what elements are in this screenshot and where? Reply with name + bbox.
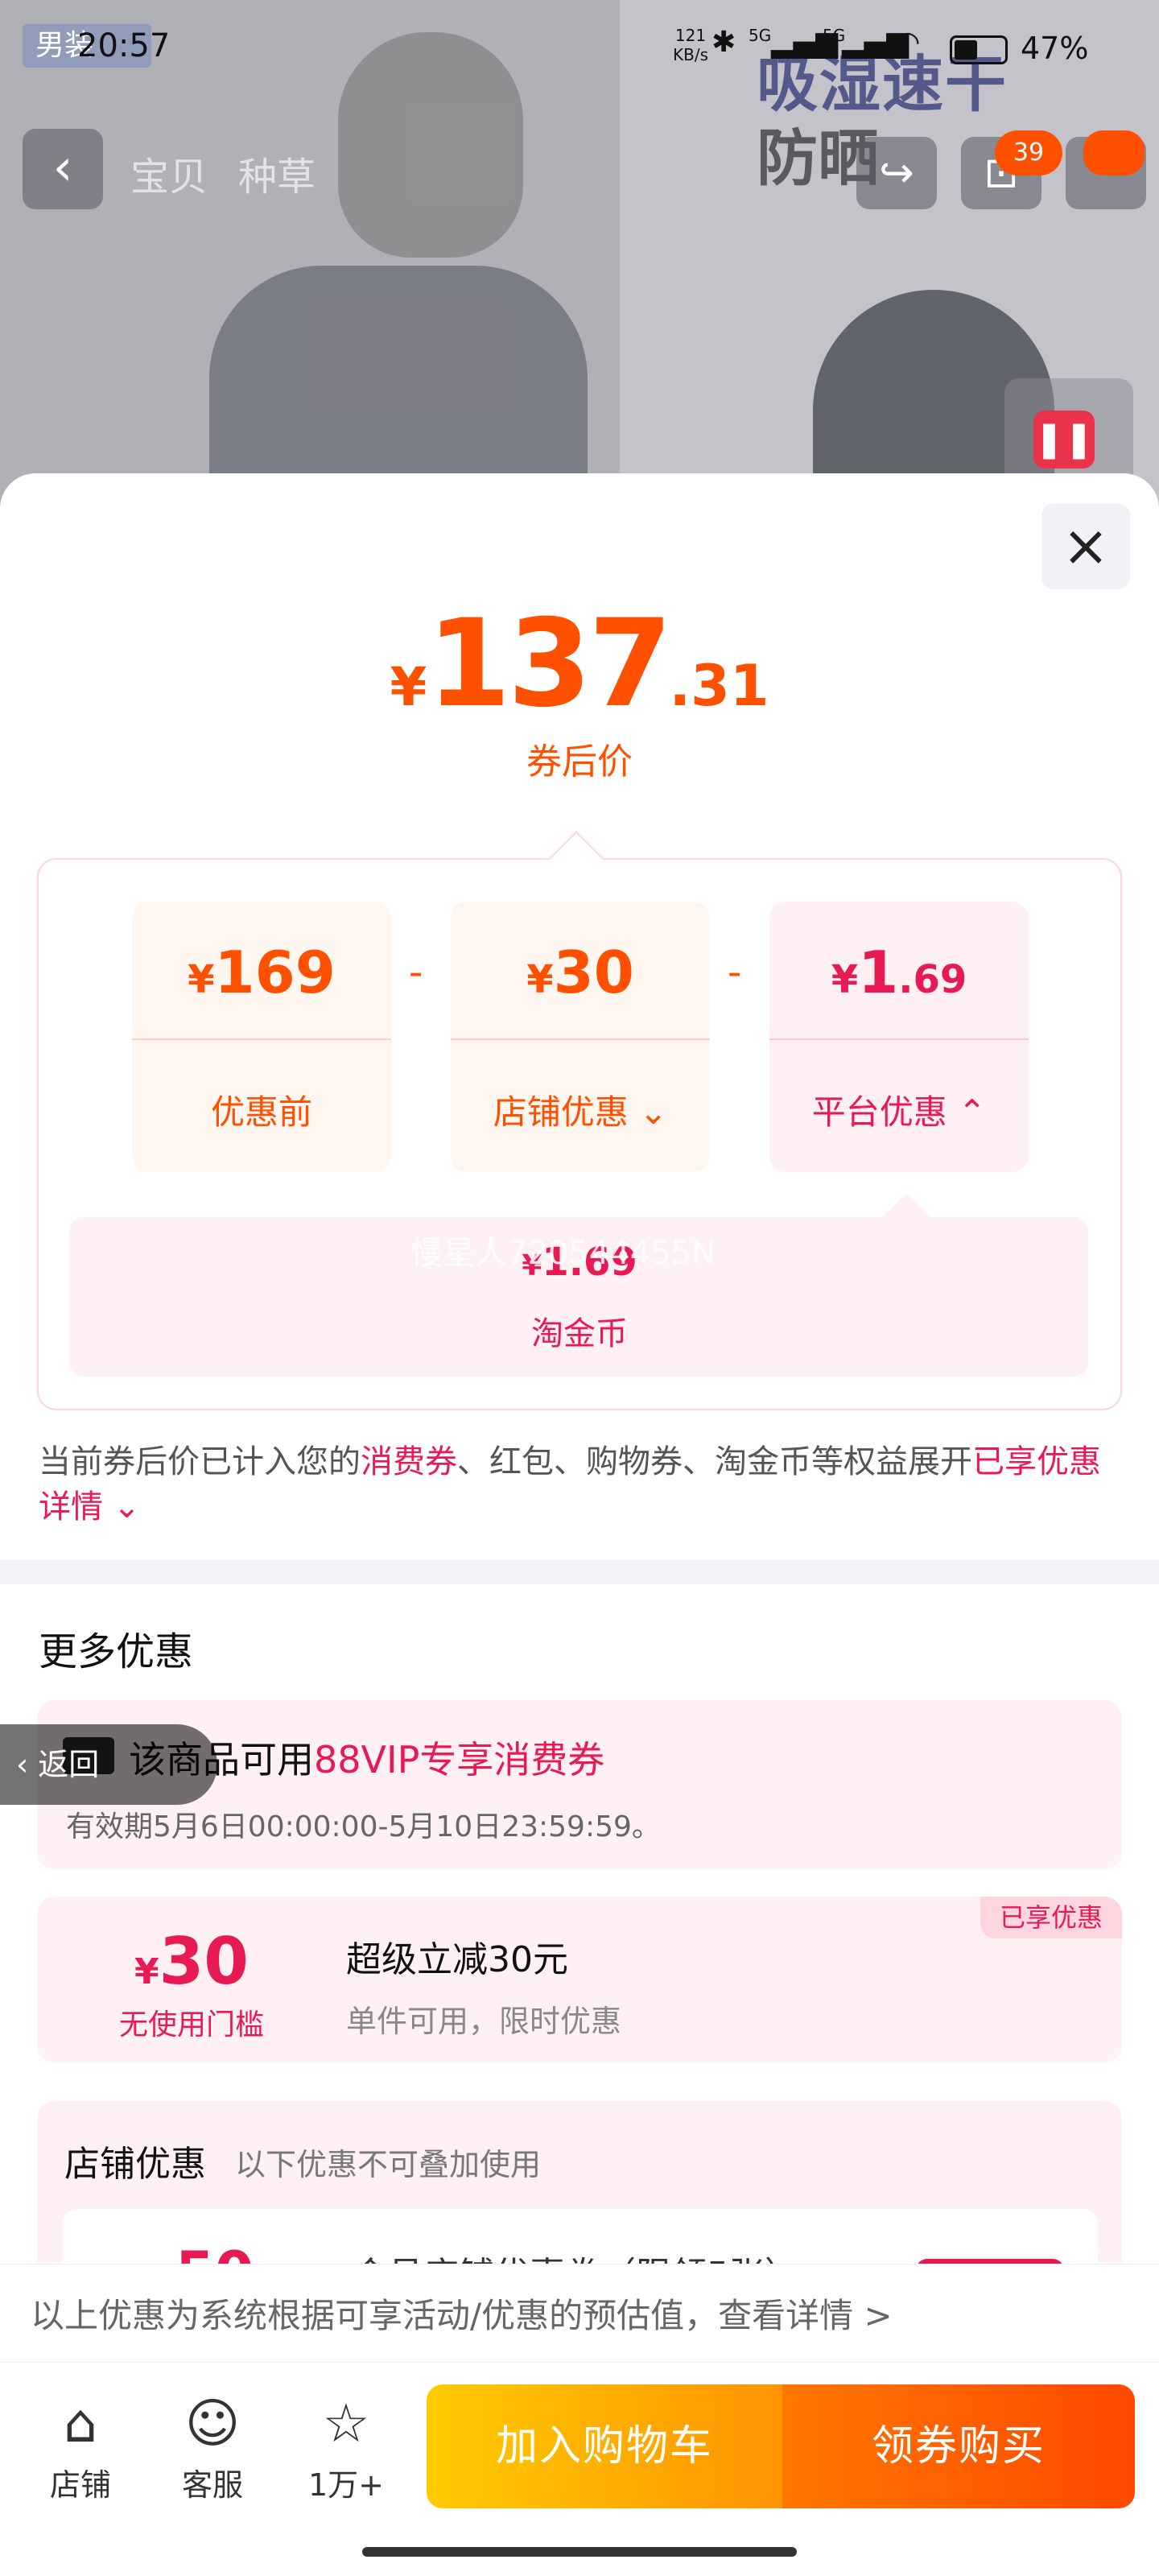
coupon-threshold: 无使用门槛 <box>118 2008 264 2041</box>
share-button[interactable]: ↪ <box>856 137 937 209</box>
battery-percent: 47% <box>1021 31 1089 66</box>
original-price-label: 优惠前 <box>210 1092 312 1132</box>
applied-badge: 已享优惠 <box>980 1897 1122 1938</box>
minus-sign: - <box>409 950 423 995</box>
final-price-currency: ¥ <box>390 656 427 718</box>
cart-count-badge: 39 <box>995 130 1062 175</box>
platform-discount-int: 1 <box>858 939 899 1006</box>
watermark: 慢星人720544455N <box>410 1235 716 1272</box>
original-price-value: 169 <box>214 939 336 1006</box>
signal-5g-label: 5G <box>749 26 772 45</box>
wifi-icon: ◠ <box>895 26 921 59</box>
star-icon: ☆ <box>322 2392 370 2454</box>
final-price: ¥137.31 <box>0 594 1159 734</box>
coupon-currency: ¥ <box>134 1951 159 1992</box>
vip-coupon-name: 88VIP专享消费券 <box>314 1738 605 1781</box>
tab-grass[interactable]: 种草 <box>238 145 316 201</box>
store-discount-value: 30 <box>553 939 634 1006</box>
coupon-value: 30 <box>159 1924 249 1999</box>
note-text-1: 当前券后价已计入您的 <box>39 1443 361 1480</box>
back-button[interactable]: ‹ <box>23 129 103 209</box>
net-speed: 121 KB/s <box>673 26 708 64</box>
platform-discount-cell[interactable]: ¥1.69 平台优惠 ⌃ <box>769 902 1029 1172</box>
store-discount-currency: ¥ <box>526 957 554 1002</box>
disclaimer-bar[interactable]: 以上优惠为系统根据可享活动/优惠的预估值，查看详情 > <box>0 2264 1159 2360</box>
note-highlight-consumption: 消费券 <box>361 1443 457 1480</box>
chevron-left-icon: ‹ <box>16 1747 39 1782</box>
shop-label: 店铺 <box>49 2467 111 2503</box>
bluetooth-icon: ✱ <box>711 26 736 59</box>
vip-validity: 有效期5月6日00:00:00-5月10日23:59:59。 <box>66 1810 661 1843</box>
status-bar: 男装 20:57 121 KB/s ✱ 5G ▂▄▆ 5G ▂▄▆ ◠ 47% <box>0 0 1159 97</box>
play-icon: ❚❚ <box>1033 411 1095 469</box>
original-price-cell: ¥169 优惠前 <box>132 902 391 1172</box>
customer-service-label: 客服 <box>181 2467 243 2503</box>
floating-back-label: 返回 <box>38 1747 100 1782</box>
coupon-description: 单件可用，限时优惠 <box>346 2004 622 2039</box>
final-price-label: 券后价 <box>526 741 633 782</box>
net-speed-unit: KB/s <box>673 45 708 64</box>
chevron-down-icon: ⌄ <box>639 1092 668 1132</box>
coupon-amount: ¥30 <box>97 1924 287 1999</box>
clock: 20:57 <box>77 27 171 64</box>
divider <box>769 1038 1029 1040</box>
shop-icon: ⌂ <box>64 2392 97 2454</box>
store-offers-title: 店铺优惠 <box>64 2144 206 2185</box>
store-offers-subtitle: 以下优惠不可叠加使用 <box>235 2147 542 2182</box>
divider <box>451 1038 710 1040</box>
divider <box>132 1038 391 1040</box>
note-text-2: 、红包、购物券、淘金币等权益展开 <box>457 1443 972 1480</box>
customer-service-icon: ☺ <box>184 2392 241 2454</box>
platform-discount-currency: ¥ <box>831 957 859 1002</box>
original-price-currency: ¥ <box>188 957 215 1002</box>
net-speed-value: 121 <box>674 26 707 45</box>
add-to-cart-button[interactable]: 加入购物车 <box>427 2384 782 2508</box>
battery-level <box>955 40 977 60</box>
taojinbi-label: 淘金币 <box>531 1315 628 1352</box>
coupon-title: 超级立减30元 <box>346 1939 568 1980</box>
disclaimer-text[interactable]: 以上优惠为系统根据可享活动/优惠的预估值，查看详情 > <box>31 2289 893 2338</box>
battery-icon <box>950 35 1008 64</box>
store-discount-label: 店铺优惠 <box>493 1092 629 1132</box>
floating-back-button[interactable]: ‹ 返回 <box>0 1724 217 1805</box>
platform-discount-label: 平台优惠 <box>811 1092 947 1132</box>
platform-discount-dec: .69 <box>898 957 967 1002</box>
close-button[interactable]: × <box>1041 504 1130 589</box>
tab-item[interactable]: 宝贝 <box>130 145 208 201</box>
chevron-up-icon: ⌃ <box>958 1092 987 1132</box>
chevron-down-icon[interactable]: ⌄ <box>103 1488 141 1525</box>
claim-and-buy-button[interactable]: 领券购买 <box>782 2384 1135 2508</box>
message-icon <box>1083 130 1145 175</box>
shop-button[interactable]: ⌂ 店铺 <box>24 2388 137 2504</box>
favorite-button[interactable]: ☆ 1万+ <box>290 2388 402 2504</box>
price-note: 当前券后价已计入您的消费券、红包、购物券、淘金币等权益展开已享优惠详情 ⌄ <box>39 1439 1117 1530</box>
store-discount-cell[interactable]: ¥30 店铺优惠 ⌄ <box>451 902 710 1172</box>
more-offers-title: 更多优惠 <box>39 1629 194 1674</box>
final-price-decimal: .31 <box>669 653 769 719</box>
home-indicator[interactable] <box>362 2547 797 2557</box>
minus-sign-2: - <box>728 950 742 995</box>
customer-service-button[interactable]: ☺ 客服 <box>156 2388 269 2504</box>
final-price-integer: 137 <box>427 594 672 734</box>
favorite-count: 1万+ <box>307 2467 385 2503</box>
section-divider <box>0 1560 1159 1584</box>
